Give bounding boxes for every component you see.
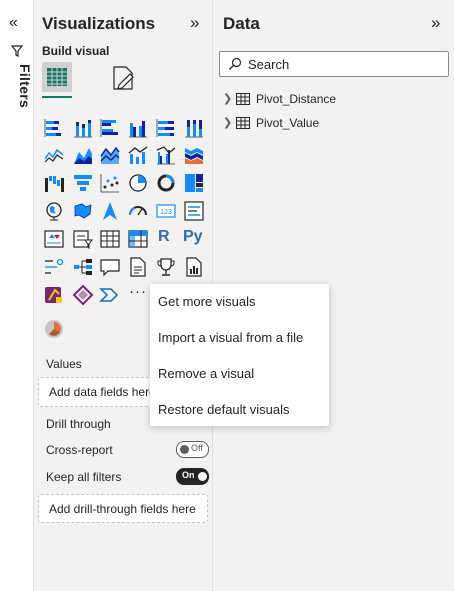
ribbon-chart-icon[interactable] <box>183 144 205 166</box>
keep-all-filters-toggle-state: On <box>182 470 195 480</box>
menu-item-get-more-visuals[interactable]: Get more visuals <box>150 284 329 320</box>
100-stacked-bar-chart-icon[interactable] <box>155 117 177 139</box>
paginated-report-icon[interactable] <box>183 256 205 278</box>
pie-chart-icon[interactable] <box>127 172 149 194</box>
chevron-right-icon[interactable]: ❯ <box>223 116 232 129</box>
r-script-visual-icon[interactable]: R <box>158 228 170 246</box>
line-chart-icon[interactable] <box>43 144 65 166</box>
filled-map-icon[interactable] <box>72 200 94 222</box>
cross-report-toggle[interactable]: Off <box>176 441 209 458</box>
matrix-icon[interactable] <box>127 228 149 250</box>
line-and-stacked-column-chart-icon[interactable] <box>127 144 149 166</box>
menu-item-label: Import a visual from a file <box>158 330 304 345</box>
cross-report-label: Cross-report <box>46 443 113 457</box>
100-stacked-column-chart-icon[interactable] <box>183 117 205 139</box>
goals-trophy-icon[interactable] <box>155 256 177 278</box>
search-input[interactable]: Search <box>219 51 449 77</box>
table-item-label: Pivot_Value <box>256 116 320 130</box>
stacked-area-chart-icon[interactable] <box>99 144 121 166</box>
table-item-pivot-distance[interactable]: ❯ Pivot_Distance <box>223 90 423 108</box>
drill-through-label: Drill through <box>46 417 111 431</box>
build-visual-label: Build visual <box>42 44 110 58</box>
map-icon[interactable] <box>43 200 65 222</box>
search-placeholder: Search <box>248 57 290 72</box>
table-icon <box>236 93 250 105</box>
table-icon <box>236 117 250 129</box>
stacked-bar-chart-icon[interactable] <box>43 117 65 139</box>
keep-all-filters-toggle[interactable]: On <box>176 468 209 485</box>
table-item-label: Pivot_Distance <box>256 92 337 106</box>
values-label: Values <box>46 357 82 371</box>
custom-visual-icon[interactable] <box>43 318 65 340</box>
chevron-right-icon[interactable]: ❯ <box>223 92 232 105</box>
smart-narrative-icon[interactable] <box>127 256 149 278</box>
more-visuals-button[interactable]: ··· <box>129 283 147 300</box>
format-visual-icon[interactable] <box>110 64 138 92</box>
key-influencers-icon[interactable] <box>43 256 65 278</box>
gauge-icon[interactable] <box>127 200 149 222</box>
pane-title: Visualizations <box>42 14 156 33</box>
multi-row-card-icon[interactable] <box>183 200 205 222</box>
clustered-column-chart-icon[interactable] <box>127 117 149 139</box>
collapse-data-icon[interactable]: » <box>431 13 440 33</box>
expand-filters-icon[interactable]: « <box>9 14 18 32</box>
qna-icon[interactable] <box>99 256 121 278</box>
menu-item-label: Restore default visuals <box>158 402 290 417</box>
filters-label[interactable]: Filters <box>17 64 33 108</box>
filter-icon <box>11 45 23 57</box>
filters-pane-collapsed[interactable]: « Filters <box>0 0 34 591</box>
stacked-column-chart-icon[interactable] <box>72 117 94 139</box>
keep-all-filters-label: Keep all filters <box>46 470 122 484</box>
power-apps-icon[interactable] <box>43 284 65 306</box>
power-automate-flow-icon[interactable] <box>99 284 121 306</box>
scatter-chart-icon[interactable] <box>99 172 121 194</box>
table-icon[interactable] <box>99 228 121 250</box>
area-chart-icon[interactable] <box>72 144 94 166</box>
menu-item-label: Get more visuals <box>158 294 256 309</box>
collapse-visualizations-icon[interactable]: » <box>190 13 199 33</box>
funnel-chart-icon[interactable] <box>72 172 94 194</box>
pane-title: Data <box>223 14 260 33</box>
slicer-icon[interactable] <box>72 228 94 250</box>
drill-through-well-placeholder: Add drill-through fields here <box>49 502 196 516</box>
line-and-clustered-column-chart-icon[interactable] <box>155 144 177 166</box>
kpi-icon[interactable] <box>43 228 65 250</box>
visual-options-menu: Get more visuals Import a visual from a … <box>150 284 329 426</box>
svg-text:123: 123 <box>160 209 172 216</box>
cross-report-toggle-state: Off <box>191 443 203 453</box>
clustered-bar-chart-icon[interactable] <box>99 117 121 139</box>
donut-chart-icon[interactable] <box>155 172 177 194</box>
values-well-placeholder: Add data fields here <box>49 385 156 399</box>
menu-item-label: Remove a visual <box>158 366 255 381</box>
waterfall-chart-icon[interactable] <box>43 172 65 194</box>
power-automate-icon[interactable] <box>72 284 94 306</box>
treemap-icon[interactable] <box>183 172 205 194</box>
decomposition-tree-icon[interactable] <box>72 256 94 278</box>
python-visual-icon[interactable]: Py <box>183 228 203 246</box>
menu-item-import-visual[interactable]: Import a visual from a file <box>150 320 329 356</box>
drill-through-field-well[interactable]: Add drill-through fields here <box>38 494 208 523</box>
search-icon <box>229 57 242 70</box>
azure-map-icon[interactable] <box>99 200 121 222</box>
table-item-pivot-value[interactable]: ❯ Pivot_Value <box>223 114 423 132</box>
menu-item-remove-visual[interactable]: Remove a visual <box>150 356 329 392</box>
menu-item-restore-default-visuals[interactable]: Restore default visuals <box>150 392 329 428</box>
build-visual-tab[interactable] <box>42 62 72 98</box>
card-icon[interactable]: 123 <box>155 200 177 222</box>
table-grid-icon <box>47 68 67 86</box>
